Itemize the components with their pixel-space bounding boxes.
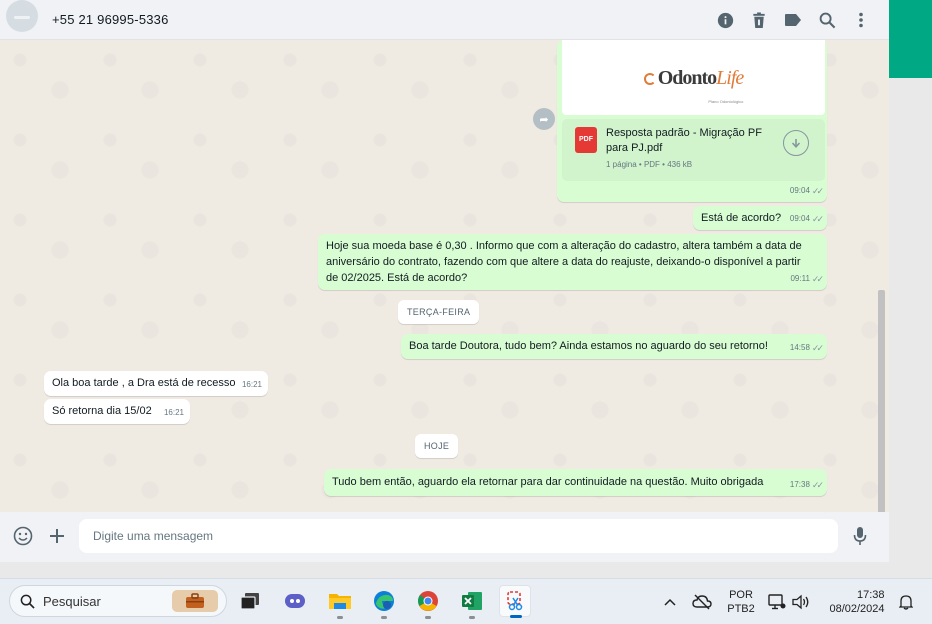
read-receipt-icon: ✓✓ [811,274,824,284]
briefcase-icon [172,590,218,612]
chat-scrollbar[interactable] [878,290,885,512]
microphone-icon[interactable] [849,525,871,547]
contact-name[interactable]: +55 21 96995-5336 [52,12,169,27]
taskbar-search[interactable]: Pesquisar [9,585,227,617]
more-vertical-icon[interactable] [851,10,871,30]
edge-icon[interactable] [368,585,400,619]
chrome-icon[interactable] [412,585,444,619]
message-time: 09:04 ✓✓ [790,183,824,199]
taskbar: Pesquisar POR PTB2 17:38 08/02/2024 [0,578,932,624]
read-receipt-icon: ✓✓ [811,186,824,196]
composer [0,512,889,562]
message-time: 09:04 ✓✓ [790,211,824,227]
task-view-icon[interactable] [234,585,266,617]
read-receipt-icon: ✓✓ [811,480,824,490]
document-message[interactable]: OdontoLife Plano Odontológico PDF Respos… [557,40,827,202]
message-time: 09:11 ✓✓ [790,271,824,287]
read-receipt-icon: ✓✓ [811,214,824,224]
message-input[interactable] [79,519,838,553]
label-icon[interactable] [783,10,803,30]
message-time: 16:21 [241,380,262,389]
side-panel-green [889,0,932,78]
message-time: 17:38 ✓✓ [790,477,824,493]
message-text: Tudo bem então, aguardo ela retornar par… [332,476,764,488]
chat-header: +55 21 96995-5336 [0,0,889,40]
pdf-icon: PDF [575,127,597,153]
odontolife-logo: OdontoLife Plano Odontológico [643,68,744,104]
document-preview[interactable]: OdontoLife Plano Odontológico [562,40,825,115]
outgoing-message[interactable]: Está de acordo? 09:04 ✓✓ [693,206,827,230]
attach-plus-icon[interactable] [46,525,68,547]
message-time: 16:21 [163,408,184,417]
message-list[interactable]: ➦ OdontoLife Plano Odontológico PDF Resp… [0,40,889,512]
date-divider: HOJE [415,434,459,458]
snipping-tool-icon[interactable] [499,585,531,618]
message-time: 14:58 ✓✓ [790,340,824,356]
outgoing-message[interactable]: Tudo bem então, aguardo ela retornar par… [324,469,827,496]
file-explorer-icon[interactable] [324,585,356,619]
volume-icon[interactable] [790,579,812,624]
teams-meet-icon[interactable] [279,585,311,617]
message-text: Só retorna dia 15/02 [52,405,152,417]
message-text: Está de acordo? [701,212,782,224]
excel-icon[interactable] [456,585,488,619]
read-receipt-icon: ✓✓ [811,343,824,353]
download-icon[interactable] [783,130,809,156]
date-divider: TERÇA-FEIRA [398,300,480,324]
outgoing-message[interactable]: Boa tarde Doutora, tudo bem? Ainda estam… [401,334,827,359]
document-name: Resposta padrão - Migração PF para PJ.pd… [606,127,762,154]
side-panel [889,78,932,578]
incoming-message[interactable]: Ola boa tarde , a Dra está de recesso 16… [44,371,268,396]
search-icon [20,594,35,609]
document-file[interactable]: PDF Resposta padrão - Migração PF para P… [562,119,825,181]
taskbar-search-placeholder: Pesquisar [43,593,101,609]
clock[interactable]: 17:38 08/02/2024 [818,579,896,624]
message-text: Boa tarde Doutora, tudo bem? Ainda estam… [409,340,768,352]
document-meta: 1 página • PDF • 436 kB [606,160,693,169]
cloud-offline-icon[interactable] [690,579,714,624]
chevron-up-icon[interactable] [660,579,680,624]
trash-icon[interactable] [749,10,769,30]
network-icon[interactable] [766,579,788,624]
message-text: Hoje sua moeda base é 0,30 . Informo que… [326,240,802,284]
notifications-bell-icon[interactable] [896,579,916,624]
header-actions [715,0,871,40]
search-icon[interactable] [817,10,837,30]
contact-avatar[interactable] [6,0,38,32]
forward-icon[interactable]: ➦ [533,108,555,130]
info-icon[interactable] [715,10,735,30]
message-text: Ola boa tarde , a Dra está de recesso [52,377,236,389]
outgoing-message[interactable]: Hoje sua moeda base é 0,30 . Informo que… [318,234,827,290]
emoji-icon[interactable] [12,525,34,547]
input-language[interactable]: POR PTB2 [718,579,764,624]
incoming-message[interactable]: Só retorna dia 15/02 16:21 [44,399,190,424]
window-bottom [0,562,889,578]
